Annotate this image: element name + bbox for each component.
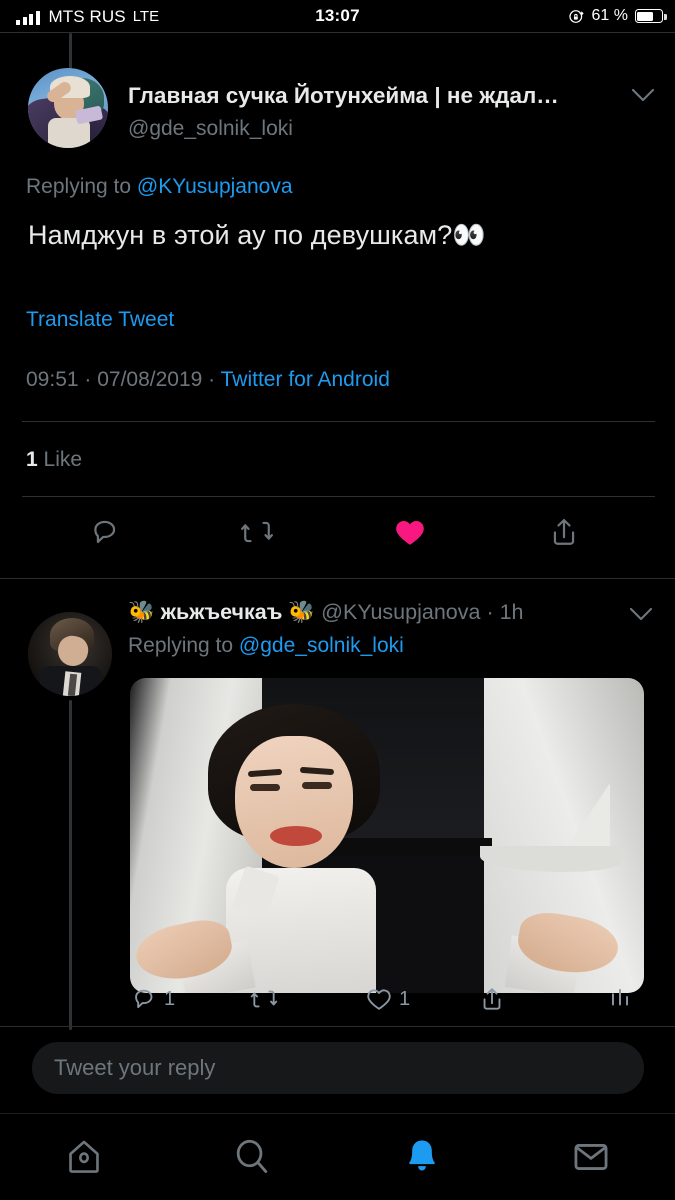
- meta-sep-1: ·: [78, 368, 98, 391]
- replying-to-label: Replying to: [26, 175, 137, 198]
- tweet-time: 09:51: [26, 368, 79, 391]
- reply-tweet-replying-to: Replying to @gde_solnik_loki: [128, 634, 404, 658]
- heart-filled-icon: [396, 520, 424, 545]
- main-tweet-meta: 09:51 · 07/08/2019 · Twitter for Android: [26, 368, 390, 392]
- reply-tweet-header: 🐝 жьжъечкаъ 🐝 @KYusupjanova · 1h: [128, 600, 628, 625]
- like-count-value: 1: [26, 448, 38, 471]
- main-tweet-handle[interactable]: @gde_solnik_loki: [128, 117, 293, 141]
- thread-line-top: [69, 33, 72, 69]
- like-count: 1: [399, 987, 411, 1010]
- rotation-lock-icon: [568, 9, 584, 23]
- thread-line-reply: [69, 700, 72, 1030]
- share-button[interactable]: [478, 985, 512, 1013]
- status-bar-divider: [0, 32, 675, 33]
- like-button[interactable]: [393, 515, 434, 549]
- search-icon: [236, 1139, 268, 1173]
- reply-composer[interactable]: Tweet your reply: [32, 1042, 644, 1094]
- main-tweet-display-name[interactable]: Главная сучка Йотунхейма | не ждал…: [128, 83, 618, 109]
- home-icon: [69, 1140, 99, 1173]
- reply-tweet-display-name[interactable]: 🐝 жьжъечкаъ 🐝: [128, 600, 315, 624]
- stats-divider-top: [22, 421, 655, 422]
- nav-notifications[interactable]: [392, 1132, 452, 1182]
- reply-tweet-action-bar: 1 1: [0, 985, 675, 1025]
- tweet-section-divider: [0, 578, 675, 579]
- share-icon: [553, 519, 575, 545]
- replying-to-handle-link[interactable]: @gde_solnik_loki: [239, 634, 404, 657]
- retweet-icon: [250, 990, 278, 1008]
- main-tweet-text: Намджун в этой ау по девушкам?👀: [28, 220, 487, 250]
- status-bar: MTS RUS LTE 13:07 61 %: [0, 0, 675, 32]
- chevron-down-icon[interactable]: [629, 607, 653, 621]
- reply-tweet-timestamp: · 1h: [480, 600, 524, 624]
- nav-search[interactable]: [222, 1132, 282, 1182]
- reply-button[interactable]: 1: [130, 985, 175, 1013]
- status-bar-right: 61 %: [568, 7, 667, 25]
- replying-to-handle-link[interactable]: @KYusupjanova: [137, 175, 293, 198]
- reply-icon: [94, 520, 116, 544]
- reply-tweet-handle[interactable]: @KYusupjanova: [321, 600, 480, 624]
- reply-button[interactable]: [88, 515, 129, 549]
- envelope-icon: [574, 1144, 608, 1170]
- reply-input-placeholder[interactable]: Tweet your reply: [54, 1055, 215, 1081]
- like-count-row[interactable]: 1 Like: [26, 448, 82, 472]
- avatar-gde-solnik-loki[interactable]: [28, 68, 108, 148]
- bell-icon: [409, 1140, 435, 1171]
- heart-outline-icon: [367, 989, 391, 1010]
- retweet-button[interactable]: [240, 515, 281, 549]
- translate-tweet-link[interactable]: Translate Tweet: [26, 308, 174, 332]
- main-tweet-replying-to: Replying to @KYusupjanova: [26, 175, 293, 199]
- like-count-label: Like: [43, 448, 83, 471]
- battery-icon: [635, 9, 667, 23]
- tweet-date: 07/08/2019: [97, 368, 203, 391]
- analytics-button[interactable]: [607, 985, 639, 1011]
- reply-icon: [135, 989, 153, 1009]
- tweet-source-link[interactable]: Twitter for Android: [221, 368, 390, 391]
- avatar-kyusupjanova[interactable]: [28, 612, 112, 696]
- battery-percent-label: 61 %: [591, 7, 628, 24]
- twitter-thread-screen: MTS RUS LTE 13:07 61 % Главная сучка Йот…: [0, 0, 675, 1200]
- share-icon: [483, 988, 501, 1010]
- bottom-nav: [0, 1114, 675, 1200]
- analytics-bars-icon: [611, 988, 629, 1006]
- stats-divider-bottom: [22, 496, 655, 497]
- retweet-button[interactable]: [250, 985, 284, 1013]
- retweet-icon: [241, 521, 273, 543]
- meta-sep-2: ·: [202, 368, 221, 391]
- reply-section-divider: [0, 1026, 675, 1027]
- main-tweet-action-bar: [0, 515, 675, 567]
- replying-to-label: Replying to: [128, 634, 239, 657]
- tweet-media-image[interactable]: [130, 678, 644, 993]
- reply-count: 1: [164, 987, 176, 1010]
- chevron-down-icon[interactable]: [631, 88, 655, 102]
- share-button[interactable]: [547, 515, 588, 549]
- nav-home[interactable]: [54, 1132, 114, 1182]
- like-button[interactable]: 1: [365, 985, 410, 1013]
- nav-messages[interactable]: [561, 1132, 621, 1182]
